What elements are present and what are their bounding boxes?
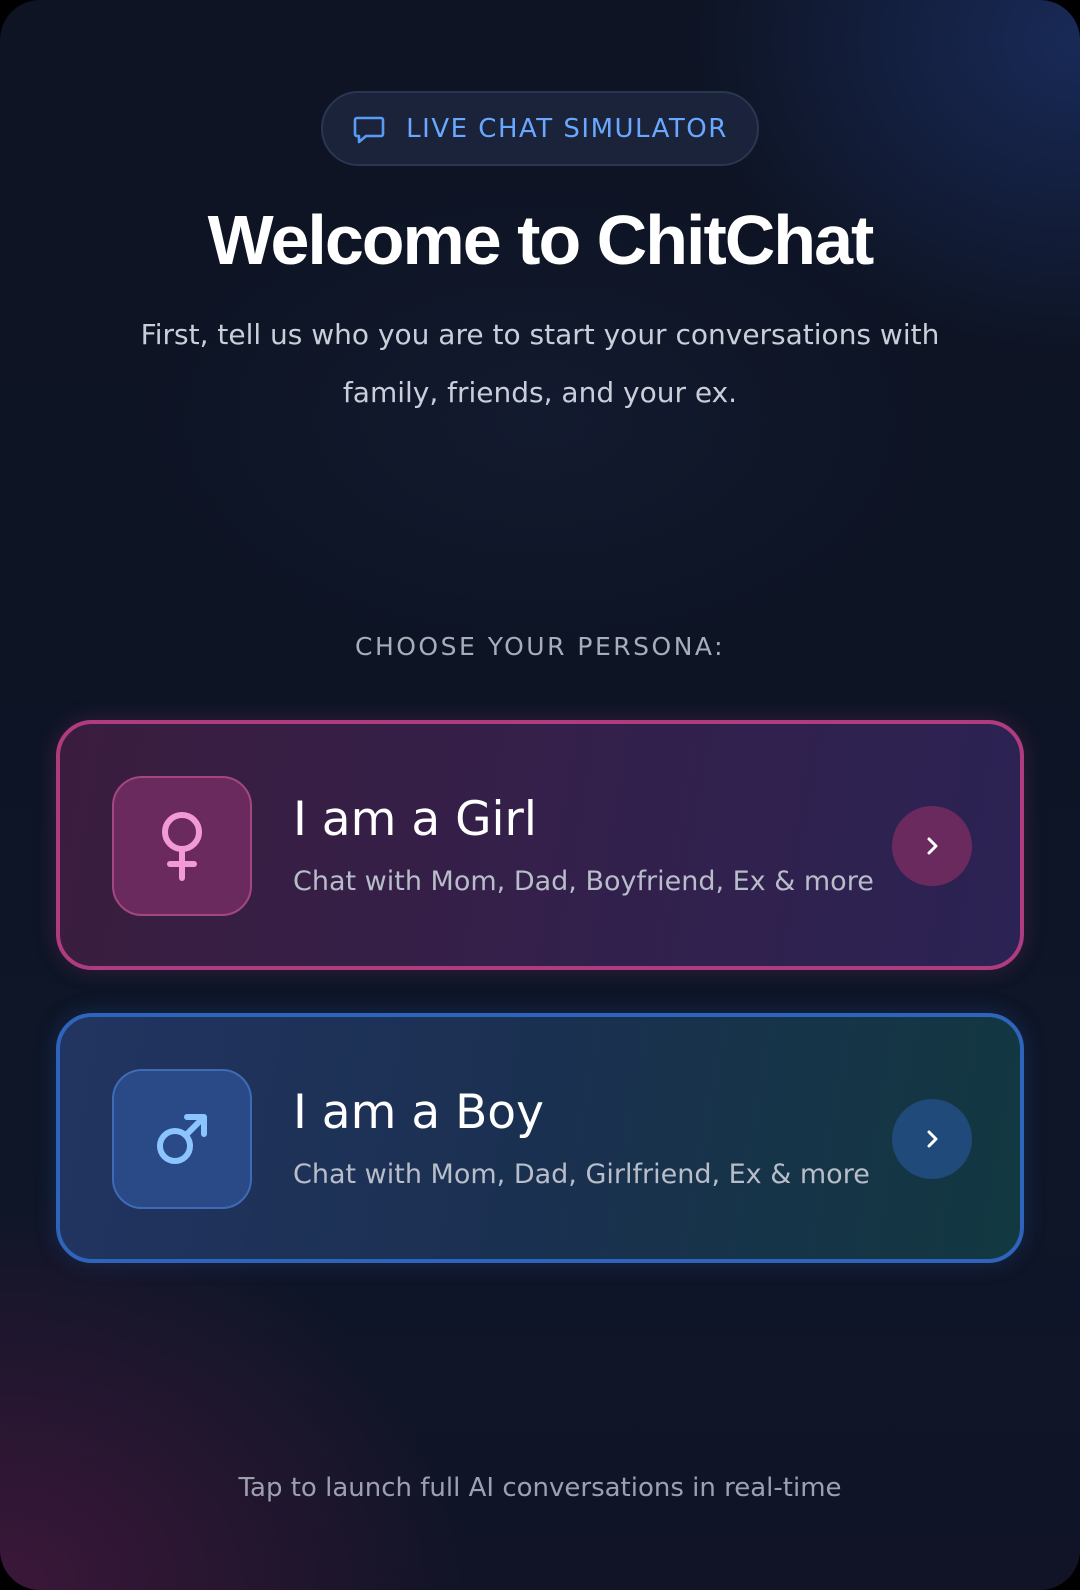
- persona-title-boy: I am a Boy: [293, 1085, 544, 1140]
- male-icon-box: [112, 1069, 252, 1209]
- girl-card-arrow-button[interactable]: [892, 806, 972, 886]
- page-subtitle: First, tell us who you are to start your…: [140, 318, 940, 409]
- badge-label: LIVE CHAT SIMULATOR: [406, 113, 728, 144]
- male-symbol-icon: [157, 1114, 207, 1164]
- persona-description-boy: Chat with Mom, Dad, Girlfriend, Ex & mor…: [293, 1159, 870, 1190]
- chevron-right-icon: [927, 837, 938, 855]
- female-icon-box: [112, 776, 252, 916]
- persona-title-girl: I am a Girl: [293, 792, 537, 847]
- page-title: Welcome to ChitChat: [207, 201, 875, 279]
- persona-description-girl: Chat with Mom, Dad, Boyfriend, Ex & more: [293, 866, 874, 897]
- footer-hint: Tap to launch full AI conversations in r…: [238, 1473, 842, 1503]
- female-symbol-icon: [162, 812, 202, 881]
- chat-bubble-icon: [353, 116, 385, 143]
- chevron-right-icon: [927, 1130, 938, 1148]
- persona-card-boy[interactable]: I am a Boy Chat with Mom, Dad, Girlfrien…: [56, 1013, 1024, 1263]
- live-chat-badge: LIVE CHAT SIMULATOR: [321, 91, 759, 166]
- welcome-screen: LIVE CHAT SIMULATOR Welcome to ChitChat …: [0, 0, 1080, 1590]
- persona-card-girl[interactable]: I am a Girl Chat with Mom, Dad, Boyfrien…: [56, 720, 1024, 970]
- persona-section-label: CHOOSE YOUR PERSONA:: [355, 632, 725, 661]
- boy-card-arrow-button[interactable]: [892, 1099, 972, 1179]
